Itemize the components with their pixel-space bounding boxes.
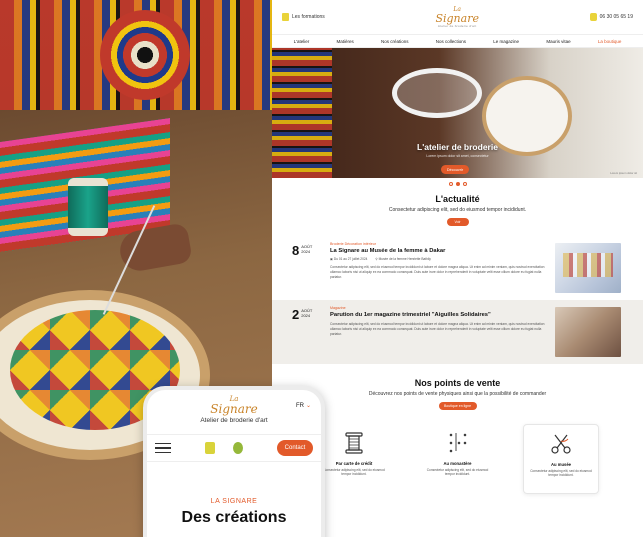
hero-magnifier: [392, 68, 482, 118]
point-name: Par carte de crédit: [335, 461, 373, 466]
mobile-header: La Signare Atelier de broderie d'art FR …: [147, 390, 321, 434]
carousel-dot[interactable]: [462, 182, 467, 186]
phone-icon[interactable]: [233, 442, 243, 454]
point-text: Consectetur adipiscing elit, sed do eius…: [323, 468, 385, 477]
news-day: 2: [292, 307, 300, 322]
news-body: Magazine Parution du 1er magazine trimes…: [322, 300, 555, 364]
chevron-down-icon: ⌄: [305, 403, 311, 409]
nav-item-boutique[interactable]: La boutique: [598, 39, 622, 44]
hero-banner: L'atelier de broderie Lorem ipsum dolor …: [272, 48, 643, 178]
thread-spool-icon: [341, 430, 367, 456]
news-subtitle: Consectetur adipiscing elit, sed do eius…: [388, 207, 527, 213]
hero-subtitle: Lorem ipsum dolor sit amet, consectetur: [426, 154, 489, 158]
hero-title: L'atelier de broderie: [417, 142, 498, 152]
news-month-year: Août 2024: [301, 244, 312, 300]
news-category[interactable]: Magazine: [330, 306, 547, 310]
mobile-logo[interactable]: La Signare: [210, 396, 258, 416]
news-item[interactable]: 2 Août 2024 Magazine Parution du 1er mag…: [272, 300, 643, 364]
points-subtitle: Découvrez nos points de vente physiques …: [368, 391, 547, 397]
calendar-date-range: ▣ Du 01 au 27 juillet 2024: [330, 257, 368, 261]
phone-number: 06 30 05 65 19: [599, 14, 633, 20]
book-icon: [282, 13, 289, 21]
online-shop-button[interactable]: Boutique en ligne: [438, 402, 477, 410]
cross-stitch-icon: [445, 430, 471, 456]
formations-label: Les formations: [292, 14, 325, 20]
contact-button[interactable]: Contact: [277, 440, 313, 456]
nav-item-mauris[interactable]: Mauris vitae: [546, 39, 570, 44]
news-excerpt: Consectetur adipiscing elit, sed do eius…: [330, 265, 545, 279]
language-label: FR: [295, 402, 304, 409]
main-nav: L'atelier Matières Nos créations Nos col…: [272, 34, 643, 48]
news-date: 2 Août 2024: [292, 300, 322, 364]
phone-link[interactable]: 06 30 05 65 19: [589, 13, 633, 21]
news-item[interactable]: 8 Août 2024 Broderie Décoration intérieu…: [272, 236, 643, 300]
news-body: Broderie Décoration intérieur La Signare…: [322, 236, 555, 300]
news-meta: ▣ Du 01 au 27 juillet 2024 ⚲ Musée de la…: [330, 257, 547, 261]
news-title: L'actualité: [435, 194, 480, 204]
logo[interactable]: La Signare Atelier de broderie d'art: [435, 6, 479, 28]
menu-icon[interactable]: [155, 442, 171, 454]
logo-tagline: Atelier de broderie d'art: [437, 23, 477, 28]
desktop-screen: Les formations La Signare Atelier de bro…: [272, 0, 643, 537]
news-date: 8 Août 2024: [292, 236, 322, 300]
phone-icon: [589, 13, 597, 21]
point-card-museum[interactable]: Au musée Consectetur adipiscing elit, se…: [523, 424, 599, 494]
news-date-range: Du 01 au 27 juillet 2024: [333, 257, 368, 261]
mobile-kicker: LA SIGNARE: [210, 498, 258, 505]
mobile-screen: La Signare Atelier de broderie d'art FR …: [143, 386, 325, 537]
hero-discover-button[interactable]: Découvrir: [441, 165, 469, 174]
points-title: Nos points de vente: [414, 378, 501, 388]
point-name: Au musée: [550, 462, 571, 467]
news-year: 2024: [301, 249, 311, 255]
nav-item-creations[interactable]: Nos créations: [381, 39, 409, 44]
location-pin: ⚲ Musée de la femme Henriette Bathily: [375, 257, 431, 261]
point-card-credit[interactable]: Par carte de crédit Consectetur adipisci…: [316, 424, 392, 494]
nav-item-magazine[interactable]: Le magazine: [493, 39, 519, 44]
tapestry-medallion: [100, 10, 190, 100]
point-card-monastery[interactable]: Au monastère Consectetur adipiscing elit…: [420, 424, 496, 494]
point-name: Au monastère: [443, 461, 472, 466]
mobile-icon-group: [171, 442, 277, 454]
thread-spool: [68, 178, 108, 236]
scissors-icon: [548, 431, 574, 457]
carousel-dot-active[interactable]: [455, 182, 460, 186]
formations-link[interactable]: Les formations: [282, 13, 325, 21]
hero-fabric: [272, 48, 332, 178]
news-see-button[interactable]: Voir: [446, 218, 469, 226]
carousel-dots: [272, 178, 643, 190]
news-category[interactable]: Broderie Décoration intérieur: [330, 242, 547, 246]
points-cards: Par carte de crédit Consectetur adipisci…: [272, 424, 643, 494]
book-icon[interactable]: [205, 442, 215, 454]
news-location: Musée de la femme Henriette Bathily: [378, 257, 431, 261]
news-year: 2024: [301, 313, 311, 319]
news-day: 8: [292, 243, 300, 258]
news-headline[interactable]: Parution du 1er magazine trimestriel "Ai…: [330, 312, 547, 318]
mobile-toolbar: Contact: [147, 434, 321, 462]
language-selector[interactable]: FR ⌄: [295, 402, 311, 410]
news-image-workshop[interactable]: [555, 243, 621, 293]
logo-name: Signare: [435, 11, 479, 25]
news-headline[interactable]: La Signare au Musée de la femme à Dakar: [330, 248, 547, 254]
mobile-subtitle: Atelier de broderie d'art: [200, 417, 268, 424]
nav-item-collections[interactable]: Nos collections: [436, 39, 466, 44]
news-excerpt: Consectetur adipiscing elit, sed do eius…: [330, 322, 545, 336]
point-text: Consectetur adipiscing elit, sed do eius…: [426, 468, 489, 477]
mobile-headline: Des créations: [181, 509, 287, 526]
hero-caption: Lorem ipsum dolor sit: [610, 171, 637, 175]
desktop-header: Les formations La Signare Atelier de bro…: [272, 0, 643, 34]
logo-name: Signare: [210, 402, 258, 416]
point-text: Consectetur adipiscing elit, sed do eius…: [530, 469, 592, 478]
news-month-year: Août 2024: [301, 308, 312, 364]
nav-item-atelier[interactable]: L'atelier: [294, 39, 310, 44]
carousel-dot[interactable]: [448, 182, 453, 186]
nav-item-matieres[interactable]: Matières: [337, 39, 354, 44]
news-image-sewing[interactable]: [555, 307, 621, 357]
